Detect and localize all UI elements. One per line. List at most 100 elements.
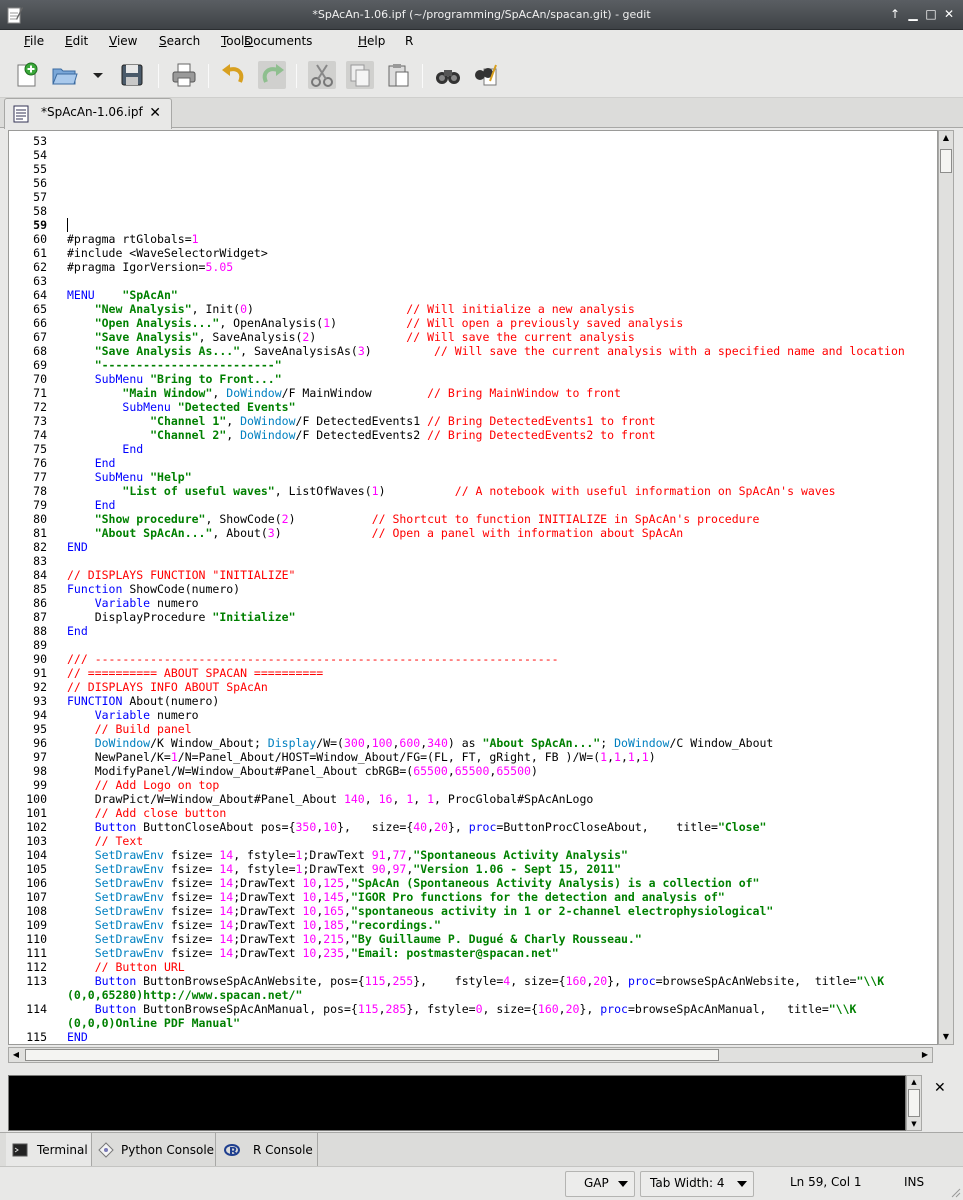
- line-text: // DISPLAYS FUNCTION "INITIALIZE": [67, 568, 295, 582]
- document-tab[interactable]: *SpAcAn-1.06.ipf ✕: [4, 98, 172, 129]
- menu-file[interactable]: File: [24, 34, 44, 48]
- menu-r[interactable]: R: [405, 34, 413, 48]
- copy-button[interactable]: [346, 61, 374, 89]
- code-token: ;DrawText: [233, 890, 303, 904]
- text-editor[interactable]: 53 54 55 56 57 58 59 60 #pragma rtGlobals=1 61 #in…: [8, 130, 938, 1045]
- code-token: SubMenu: [94, 470, 144, 484]
- code-token: 14: [219, 890, 234, 904]
- code-token: ,: [620, 750, 628, 764]
- line-text: SetDrawEnv fsize= 14, fstyle=1;DrawText …: [67, 848, 628, 862]
- line-text: SetDrawEnv fsize= 14;DrawText 10,125,"Sp…: [67, 876, 760, 890]
- code-token: , OpenAnalysis(: [219, 316, 324, 330]
- line-number: 114: [26, 1002, 47, 1016]
- code-token: fsize=: [163, 890, 220, 904]
- line-number: 72: [33, 400, 47, 414]
- code-token: DisplayProcedure: [67, 610, 213, 624]
- tab-terminal[interactable]: Terminal: [6, 1133, 92, 1167]
- find-replace-button[interactable]: [472, 61, 500, 89]
- tab-width-dropdown[interactable]: Tab Width: 4: [640, 1171, 754, 1197]
- scroll-right-icon[interactable]: ▶: [918, 1048, 932, 1062]
- code-token: // Bring DetectedEvents1 to front: [427, 414, 656, 428]
- code-token: Display: [267, 736, 317, 750]
- scroll-down-icon[interactable]: ▼: [939, 1030, 953, 1044]
- code-token: // Will initialize a new analysis: [406, 302, 635, 316]
- close-tab-icon[interactable]: ✕: [149, 105, 161, 121]
- resize-grip-icon[interactable]: [949, 1186, 961, 1198]
- scrollbar-thumb[interactable]: [25, 1049, 719, 1061]
- code-token: End: [94, 498, 116, 512]
- menu-documents[interactable]: Documents: [244, 34, 312, 48]
- open-recent-dropdown[interactable]: [88, 61, 108, 89]
- menu-search[interactable]: Search: [159, 34, 200, 48]
- line-text: (0,0,65280)http://www.spacan.net/": [67, 988, 302, 1002]
- code-token: proc: [468, 820, 497, 834]
- code-token: END: [67, 540, 88, 554]
- cut-button[interactable]: [308, 61, 336, 89]
- redo-button[interactable]: [258, 61, 286, 89]
- menu-help[interactable]: Help: [358, 34, 385, 48]
- code-token: SetDrawEnv: [94, 932, 164, 946]
- find-button[interactable]: [434, 61, 462, 89]
- code-token: Button: [94, 1002, 137, 1016]
- line-text: SubMenu "Bring to Front...": [67, 372, 282, 386]
- save-button[interactable]: [118, 61, 146, 89]
- line-number: 110: [26, 932, 47, 946]
- open-button[interactable]: [50, 61, 78, 89]
- edit-mode-dropdown[interactable]: GAP: [565, 1171, 635, 1197]
- print-button[interactable]: [170, 61, 198, 89]
- scroll-up-icon[interactable]: ▲: [907, 1076, 921, 1088]
- new-document-button[interactable]: [12, 61, 40, 89]
- line-text: SetDrawEnv fsize= 14;DrawText 10,215,"By…: [67, 932, 642, 946]
- window-up-arrow-icon[interactable]: ↑: [888, 7, 902, 21]
- code-line: 64 MENU "SpAcAn": [9, 288, 937, 302]
- editor-vertical-scrollbar[interactable]: ▲ ▼: [938, 130, 954, 1045]
- undo-button[interactable]: [220, 61, 248, 89]
- code-token: (0,0,0)Online PDF Manual": [67, 1016, 241, 1030]
- editor-horizontal-scrollbar[interactable]: ◀ ▶: [8, 1047, 933, 1063]
- maximize-icon[interactable]: □: [924, 7, 938, 21]
- code-token: ;DrawText: [233, 918, 303, 932]
- line-number: 59: [33, 218, 47, 232]
- copy-icon: [350, 64, 370, 87]
- line-number: 77: [33, 470, 47, 484]
- menu-edit[interactable]: Edit: [65, 34, 88, 48]
- tab-r-console[interactable]: R R Console: [216, 1133, 318, 1167]
- tab-label: Python Console: [121, 1143, 215, 1157]
- terminal-scrollbar[interactable]: ▲ ▼: [906, 1075, 922, 1131]
- code-token: "IGOR Pro functions for the detection an…: [350, 890, 725, 904]
- minimize-icon[interactable]: ▁: [906, 7, 920, 21]
- tab-python-console[interactable]: Python Console: [92, 1133, 216, 1167]
- line-text: "Open Analysis...", OpenAnalysis(1) // W…: [67, 316, 684, 330]
- close-window-icon[interactable]: ✕: [942, 7, 956, 21]
- code-token: },: [607, 974, 628, 988]
- paste-button[interactable]: [384, 61, 412, 89]
- terminal-area[interactable]: [8, 1075, 906, 1131]
- line-text: "Channel 1", DoWindow/F DetectedEvents1 …: [67, 414, 656, 428]
- scroll-up-icon[interactable]: ▲: [939, 131, 953, 145]
- scrollbar-thumb[interactable]: [940, 149, 952, 173]
- new-document-icon: [17, 62, 38, 87]
- code-token: ,: [344, 932, 351, 946]
- scroll-left-icon[interactable]: ◀: [9, 1048, 23, 1062]
- code-token: "About SpAcAn...": [482, 736, 601, 750]
- code-token: fsize=: [163, 946, 220, 960]
- line-text: SetDrawEnv fsize= 14, fstyle=1;DrawText …: [67, 862, 621, 876]
- chevron-down-icon: [737, 1181, 747, 1187]
- close-panel-icon[interactable]: ✕: [934, 1080, 946, 1096]
- scrollbar-thumb[interactable]: [908, 1089, 920, 1117]
- redo-icon: [262, 64, 284, 83]
- menu-view[interactable]: View: [109, 34, 137, 48]
- code-token: /F DetectedEvents2: [295, 428, 428, 442]
- scroll-down-icon[interactable]: ▼: [907, 1118, 921, 1130]
- code-token: =browseSpAcAnManual, title=: [627, 1002, 829, 1016]
- code-token: 14: [219, 848, 234, 862]
- code-token: , ListOfWaves(: [274, 484, 372, 498]
- code-token: ,: [344, 946, 351, 960]
- pane-divider[interactable]: [0, 1067, 963, 1073]
- line-text: End: [67, 442, 143, 456]
